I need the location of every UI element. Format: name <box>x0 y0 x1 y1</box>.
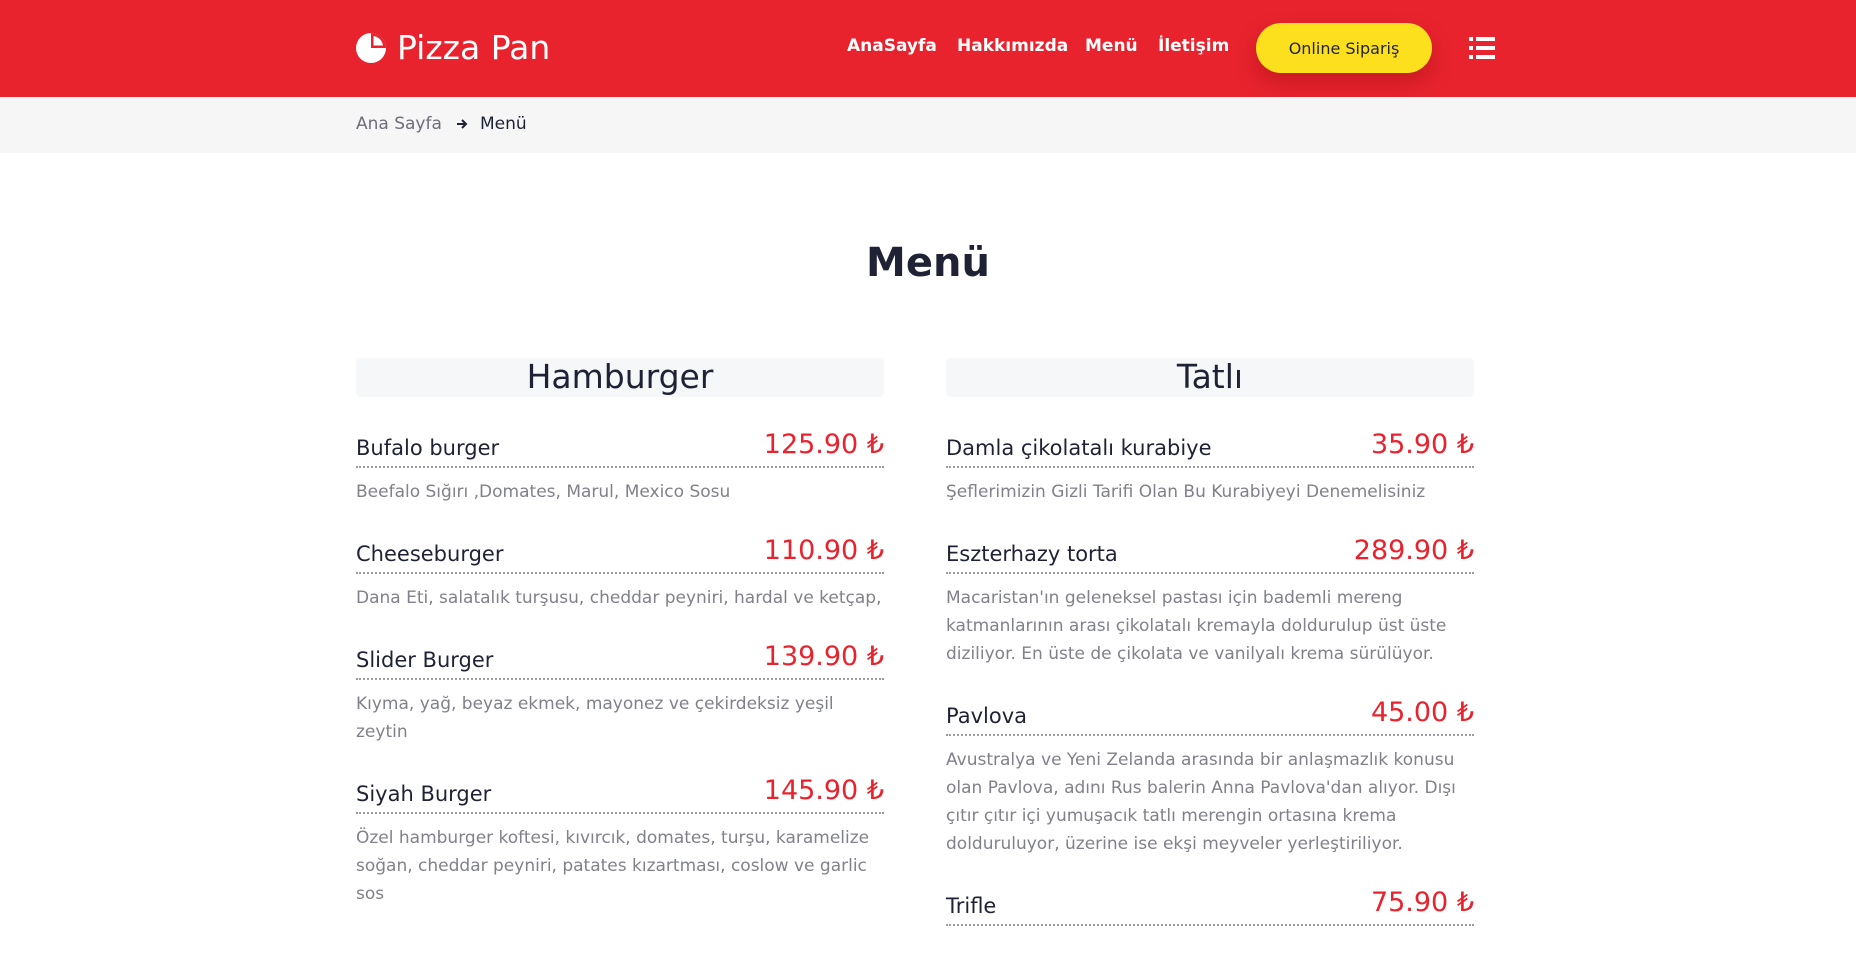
item-price: 145.90 ₺ <box>763 775 884 806</box>
item-description: Avustralya ve Yeni Zelanda arasında bir … <box>946 750 1456 854</box>
item-price: 45.00 ₺ <box>1370 697 1474 728</box>
list-icon <box>1469 37 1495 59</box>
item-name: Slider Burger <box>356 648 494 672</box>
menu-item: Pavlova 45.00 ₺ Avustralya ve Yeni Zelan… <box>946 697 1474 858</box>
item-name: Bufalo burger <box>356 436 500 460</box>
breadcrumb-home-link[interactable]: Ana Sayfa <box>356 114 442 134</box>
item-description: Özel hamburger koftesi, kıvırcık, domate… <box>356 828 870 904</box>
nav-menu[interactable]: Menü <box>1085 36 1138 56</box>
menu-item: Damla çikolatalı kurabiye 35.90 ₺ Şefler… <box>946 429 1474 506</box>
site-header: Pizza Pan AnaSayfa Hakkımızda Menü İleti… <box>0 0 1856 97</box>
menu-item: Cheeseburger 110.90 ₺ Dana Eti, salatalı… <box>356 535 884 612</box>
category-title: Tatlı <box>946 358 1474 397</box>
item-price: 139.90 ₺ <box>763 641 884 672</box>
menu-item: Bufalo burger 125.90 ₺ Beefalo Sığırı ,D… <box>356 429 884 506</box>
nav-contact[interactable]: İletişim <box>1158 36 1229 56</box>
menu-item: Siyah Burger 145.90 ₺ Özel hamburger kof… <box>356 775 884 908</box>
menu-item: Trifle 75.90 ₺ <box>946 887 1474 926</box>
item-description: Şeflerimizin Gizli Tarifi Olan Bu Kurabi… <box>946 482 1426 502</box>
item-description: Dana Eti, salatalık turşusu, cheddar pey… <box>356 588 882 608</box>
item-description: Beefalo Sığırı ,Domates, Marul, Mexico S… <box>356 482 731 502</box>
item-price: 289.90 ₺ <box>1353 535 1474 566</box>
item-price: 125.90 ₺ <box>763 429 884 460</box>
item-description: Macaristan'ın geleneksel pastası için ba… <box>946 588 1447 664</box>
pizza-slice-icon <box>356 32 386 63</box>
item-name: Pavlova <box>946 704 1027 728</box>
item-name: Damla çikolatalı kurabiye <box>946 436 1212 460</box>
menu-toggle-button[interactable] <box>1469 36 1495 60</box>
menu-item: Eszterhazy torta 289.90 ₺ Macaristan'ın … <box>946 535 1474 668</box>
item-description: Kıyma, yağ, beyaz ekmek, mayonez ve çeki… <box>356 694 834 742</box>
item-name: Siyah Burger <box>356 782 492 806</box>
nav-home[interactable]: AnaSayfa <box>847 36 937 56</box>
menu-category-hamburger: Hamburger Bufalo burger 125.90 ₺ Beefalo… <box>356 358 884 908</box>
item-price: 110.90 ₺ <box>763 535 884 566</box>
menu-item: Slider Burger 139.90 ₺ Kıyma, yağ, beyaz… <box>356 641 884 746</box>
breadcrumb: Ana Sayfa Menü <box>0 97 1856 153</box>
breadcrumb-current: Menü <box>480 114 527 134</box>
item-name: Trifle <box>946 894 997 918</box>
nav-about[interactable]: Hakkımızda <box>957 36 1068 56</box>
brand-name: Pizza Pan <box>397 28 551 67</box>
page-title: Menü <box>866 240 990 286</box>
online-order-button[interactable]: Online Sipariş <box>1256 23 1432 73</box>
menu-category-dessert: Tatlı Damla çikolatalı kurabiye 35.90 ₺ … <box>946 358 1474 926</box>
brand-logo[interactable]: Pizza Pan <box>355 28 550 67</box>
item-name: Cheeseburger <box>356 542 504 566</box>
item-price: 35.90 ₺ <box>1370 429 1474 460</box>
item-name: Eszterhazy torta <box>946 542 1118 566</box>
arrow-right-icon <box>457 119 468 129</box>
item-price: 75.90 ₺ <box>1370 887 1474 918</box>
category-title: Hamburger <box>356 358 884 397</box>
